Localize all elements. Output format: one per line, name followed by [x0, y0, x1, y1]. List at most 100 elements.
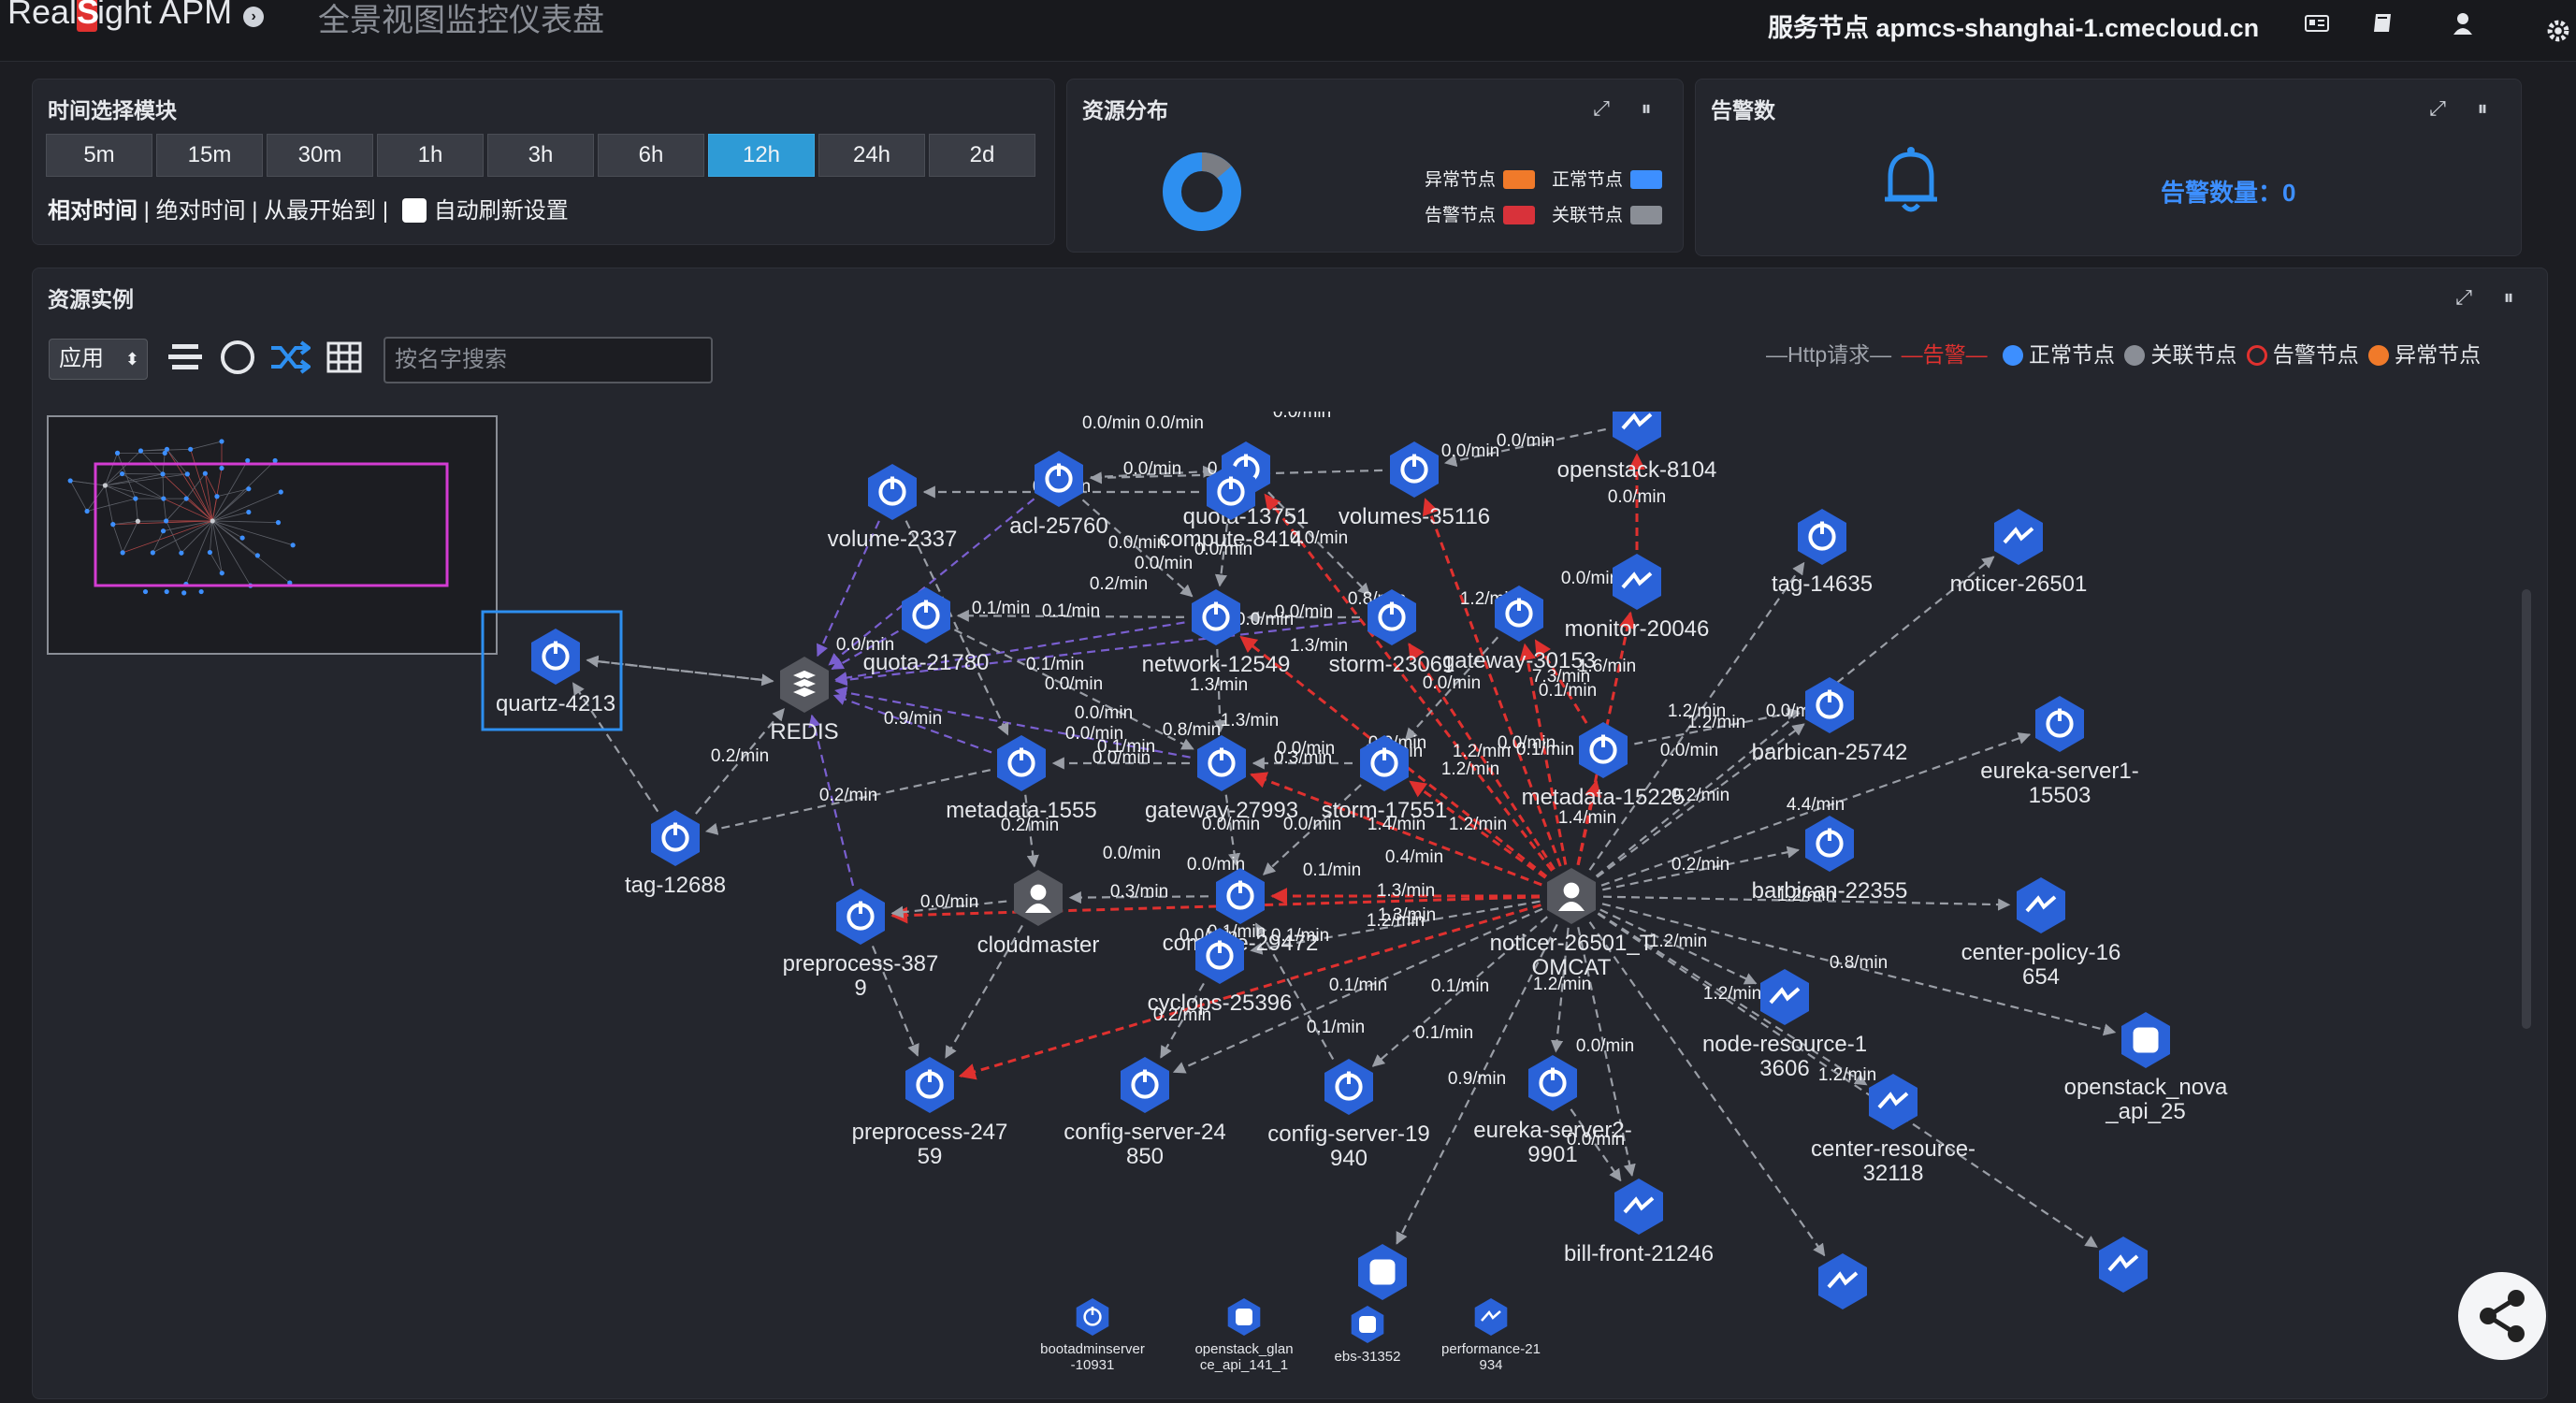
minimap-edge: [122, 473, 165, 499]
legend-related-text: 关联节点: [2150, 342, 2237, 367]
minimap-node: [114, 450, 121, 456]
app-logo[interactable]: RealSight APM ›: [7, 0, 265, 32]
align-center-icon[interactable]: [165, 339, 206, 380]
alarm-panel: 告警数 ⤢ ⏸: [1695, 79, 2522, 256]
legend-warning-label: 告警节点: [1425, 206, 1497, 225]
id-card-icon[interactable]: [2303, 9, 2331, 37]
graph-scrollbar[interactable]: [2522, 589, 2531, 1029]
resource-donut-chart: [1163, 152, 1241, 231]
legend-related-dot: [2124, 345, 2146, 366]
time-button-24h[interactable]: 24h: [818, 134, 925, 177]
time-button-1h[interactable]: 1h: [377, 134, 484, 177]
minimap-node: [198, 588, 204, 595]
minimap-node: [120, 550, 125, 556]
minimap-node: [210, 518, 215, 524]
time-button-12h[interactable]: 12h: [708, 134, 815, 177]
auto-refresh-label: 自动刷新设置: [433, 198, 569, 224]
dashboard-title: 全景视图监控仪表盘: [318, 3, 604, 38]
time-button-15m[interactable]: 15m: [156, 134, 263, 177]
legend-http: —Http请求—: [1766, 342, 1892, 367]
expand-icon[interactable]: ⤢: [1587, 94, 1615, 123]
time-mode-links: 相对时间 | 绝对时间 | 从最开始到 | 自动刷新设置: [48, 192, 569, 224]
minimap-node: [246, 509, 252, 515]
minimap-node: [188, 446, 194, 452]
absolute-time-link[interactable]: 绝对时间: [156, 198, 246, 224]
time-button-3h[interactable]: 3h: [487, 134, 594, 177]
expand-icon[interactable]: ⤢: [2424, 94, 2452, 123]
minimap-node: [219, 571, 224, 576]
minimap-edge: [212, 520, 243, 539]
minimap-edge: [162, 473, 165, 499]
time-button-5m[interactable]: 5m: [46, 134, 152, 177]
legend-warning-swatch: [1503, 206, 1536, 224]
minimap-node: [102, 483, 108, 488]
legend-warning: 告警节点: [1425, 201, 1536, 226]
node-type-select-value: 应用: [59, 346, 104, 371]
separator-1: |: [143, 198, 150, 224]
minimap-node: [183, 496, 189, 501]
gear-icon[interactable]: [2540, 13, 2569, 42]
legend-related-label: 关联节点: [1552, 206, 1624, 225]
time-button-30m[interactable]: 30m: [267, 134, 373, 177]
alarm-panel-title: 告警数: [1711, 98, 1775, 123]
share-button[interactable]: [2458, 1272, 2546, 1360]
minimap-node: [184, 471, 190, 477]
minimap-node: [246, 486, 252, 492]
minimap-edge: [70, 480, 106, 486]
legend-warning-dot: [2246, 345, 2267, 366]
minimap-node: [161, 496, 166, 501]
graph-minimap[interactable]: [47, 415, 498, 655]
minimap-viewport[interactable]: [94, 462, 449, 587]
legend-abnormal-swatch: [1503, 170, 1536, 189]
minimap-edge: [105, 453, 118, 486]
minimap-edge: [140, 450, 164, 475]
time-button-2d[interactable]: 2d: [929, 134, 1035, 177]
book-icon[interactable]: [2368, 9, 2396, 37]
minimap-edge: [212, 491, 282, 522]
app-info-icon[interactable]: ›: [243, 7, 265, 27]
minimap-node: [219, 465, 224, 471]
minimap-edge: [105, 473, 188, 486]
minimap-edge: [135, 499, 138, 522]
minimap-edge: [181, 520, 213, 554]
minimap-node: [245, 457, 251, 464]
pause-icon[interactable]: ⏸: [2495, 283, 2523, 311]
time-button-6h[interactable]: 6h: [598, 134, 704, 177]
pause-icon[interactable]: ⏸: [1632, 94, 1660, 123]
time-panel-title: 时间选择模块: [48, 98, 177, 123]
minimap-edge: [112, 524, 123, 554]
top-bar: RealSight APM › 全景视图监控仪表盘 服务节点 apmcs-shan…: [0, 0, 2576, 62]
logo-text-prefix: Real: [7, 0, 78, 31]
minimap-node: [164, 518, 169, 524]
minimap-node: [84, 508, 90, 514]
shuffle-icon[interactable]: [269, 339, 312, 380]
legend-normal-swatch: [1630, 170, 1663, 189]
node-type-select[interactable]: 应用 ⬍: [49, 339, 148, 380]
legend-alarm: —告警—: [1901, 342, 1988, 367]
expand-icon[interactable]: ⤢: [2450, 283, 2478, 311]
auto-refresh-checkbox[interactable]: [401, 198, 427, 223]
minimap-edge: [152, 520, 213, 554]
resource-dist-title: 资源分布: [1082, 98, 1168, 123]
minimap-node: [67, 478, 73, 484]
table-view-icon[interactable]: [324, 339, 365, 380]
relative-time-link[interactable]: 相对时间: [48, 198, 137, 224]
minimap-node: [179, 550, 184, 556]
minimap-node: [202, 470, 208, 476]
minimap-node: [142, 588, 149, 595]
minimap-edge: [211, 488, 250, 522]
user-icon[interactable]: [2449, 9, 2477, 37]
separator-3: |: [382, 198, 389, 224]
minimap-edge: [212, 520, 279, 524]
legend-warning-text: 告警节点: [2272, 342, 2359, 367]
resource-distribution-panel: 资源分布 ⤢ ⏸ 异常节点 正常节点 告警节点 关联节点: [1066, 79, 1684, 253]
pause-icon[interactable]: ⏸: [2468, 94, 2496, 123]
service-node-label: 服务节点 apmcs-shanghai-1.cmecloud.cn: [1768, 14, 2260, 42]
minimap-graph: [67, 439, 296, 596]
name-search-input[interactable]: [384, 337, 713, 383]
legend-abnormal-label: 异常节点: [1425, 170, 1497, 190]
from-start-link[interactable]: 从最开始到: [264, 198, 376, 224]
circle-layout-icon[interactable]: [217, 339, 258, 380]
minimap-edge: [190, 441, 223, 450]
share-icon: [2480, 1290, 2525, 1342]
